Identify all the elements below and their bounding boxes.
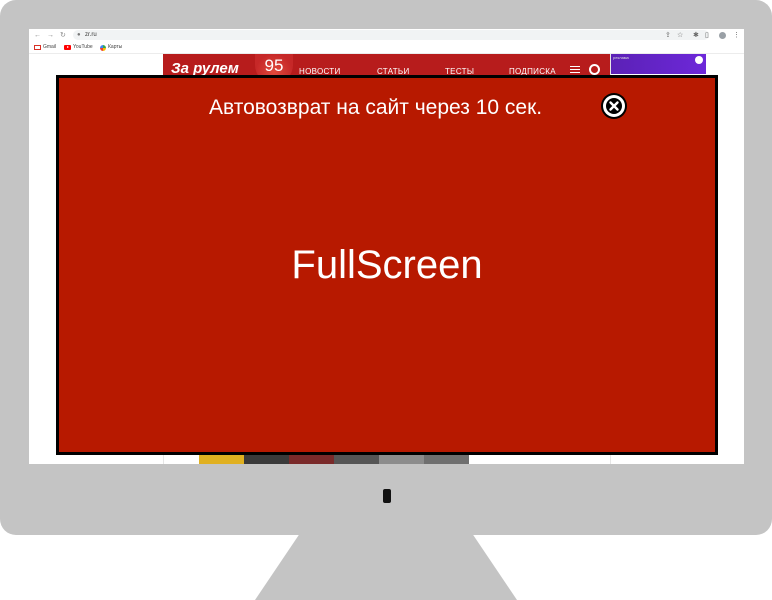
menu-icon[interactable] (570, 66, 580, 73)
sidebar-icon[interactable]: ▯ (705, 31, 709, 40)
profile-avatar-icon[interactable] (719, 32, 726, 39)
bookmarks-bar: Gmail YouTube Карты (29, 42, 744, 54)
url-text: zr.ru (85, 32, 97, 38)
monitor-stand (255, 530, 517, 600)
maps-icon (100, 44, 106, 51)
youtube-icon (64, 45, 71, 50)
fullscreen-ad-overlay[interactable]: Автовозврат на сайт через 10 сек. FullSc… (56, 75, 718, 455)
bookmark-gmail[interactable]: Gmail (34, 44, 56, 51)
extensions-icon[interactable]: ✱ (693, 31, 699, 40)
lock-icon: ● (77, 32, 81, 38)
back-icon[interactable]: ← (34, 31, 41, 40)
browser-toolbar: ← → ↻ ● zr.ru ⇪ ☆ ✱ ▯ ⋮ (29, 29, 744, 43)
fullscreen-label: FullScreen (291, 243, 483, 287)
bookmark-youtube[interactable]: YouTube (64, 44, 93, 51)
share-icon[interactable]: ⇪ (665, 31, 671, 40)
close-button[interactable] (601, 93, 627, 119)
reload-icon[interactable]: ↻ (60, 31, 66, 40)
forward-icon[interactable]: → (47, 31, 54, 40)
ad-info-icon[interactable] (695, 56, 703, 64)
close-icon[interactable] (603, 95, 625, 117)
bookmark-maps[interactable]: Карты (100, 44, 122, 51)
gmail-icon (34, 45, 41, 50)
account-icon[interactable] (589, 64, 600, 75)
star-icon[interactable]: ☆ (677, 31, 683, 40)
autoreturn-countdown: Автовозврат на сайт через 10 сек. (209, 96, 543, 119)
power-indicator (383, 489, 391, 503)
side-ad-banner[interactable]: реклама (611, 54, 706, 74)
kebab-menu-icon[interactable]: ⋮ (733, 31, 740, 40)
address-bar[interactable]: ● zr.ru (73, 30, 709, 40)
